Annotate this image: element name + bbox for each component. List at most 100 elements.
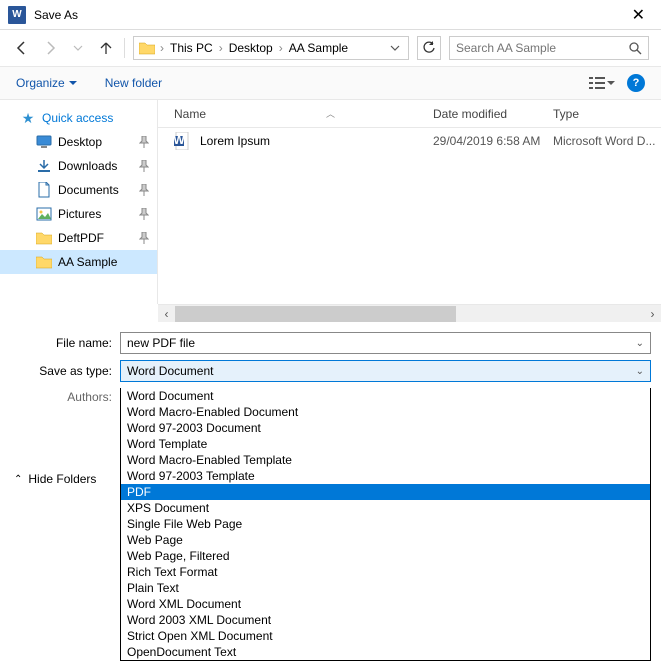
breadcrumb-dropdown-icon[interactable] xyxy=(386,43,404,53)
breadcrumb-item[interactable]: This PC xyxy=(168,41,215,55)
folder-icon xyxy=(138,40,156,56)
help-button[interactable]: ? xyxy=(627,74,645,92)
filetype-option[interactable]: Word XML Document xyxy=(121,596,650,612)
word-doc-icon: W xyxy=(174,132,192,150)
form-area: File name: new PDF file ⌄ Save as type: … xyxy=(0,322,661,671)
chevron-right-icon[interactable]: › xyxy=(217,41,225,55)
folder-icon xyxy=(36,255,52,269)
filetype-option[interactable]: Word Template xyxy=(121,436,650,452)
filename-value: new PDF file xyxy=(127,336,195,350)
dropdown-icon xyxy=(69,79,77,87)
folder-icon xyxy=(36,159,52,173)
sort-indicator-icon: ︿ xyxy=(326,107,335,120)
sidebar-item-label: Desktop xyxy=(58,135,102,149)
sidebar-item-label: Downloads xyxy=(58,159,117,173)
breadcrumb-item[interactable]: Desktop xyxy=(227,41,275,55)
toolbar: Organize New folder ? xyxy=(0,66,661,100)
recent-dropdown-icon[interactable] xyxy=(68,38,88,58)
pin-icon xyxy=(139,136,149,148)
filetype-option[interactable]: Web Page xyxy=(121,532,650,548)
search-input[interactable] xyxy=(456,41,628,55)
search-box[interactable] xyxy=(449,36,649,60)
breadcrumb[interactable]: › This PC › Desktop › AA Sample xyxy=(133,36,409,60)
filetype-option[interactable]: Word 2003 XML Document xyxy=(121,612,650,628)
organize-label: Organize xyxy=(16,76,65,90)
horizontal-scrollbar[interactable]: ‹ › xyxy=(158,304,661,322)
folder-icon xyxy=(36,135,52,149)
sidebar-item[interactable]: Documents xyxy=(0,178,157,202)
sidebar-item[interactable]: DeftPDF xyxy=(0,226,157,250)
saveastype-value: Word Document xyxy=(127,364,213,378)
star-icon: ★ xyxy=(20,111,36,125)
organize-button[interactable]: Organize xyxy=(16,76,77,90)
hide-folders-label: Hide Folders xyxy=(28,472,96,486)
file-date: 29/04/2019 6:58 AM xyxy=(433,134,553,148)
sidebar-label: Quick access xyxy=(42,111,149,125)
column-date[interactable]: Date modified xyxy=(433,107,553,121)
sidebar-item-label: DeftPDF xyxy=(58,231,104,245)
dropdown-icon[interactable]: ⌄ xyxy=(636,366,644,377)
folder-icon xyxy=(36,207,52,221)
chevron-right-icon[interactable]: › xyxy=(158,41,166,55)
sidebar-item-label: Pictures xyxy=(58,207,101,221)
sidebar-item[interactable]: Pictures xyxy=(0,202,157,226)
column-name[interactable]: Name︿ xyxy=(174,107,433,121)
hide-folders-button[interactable]: ⌃ Hide Folders xyxy=(14,472,96,486)
separator xyxy=(124,38,125,58)
scroll-track[interactable] xyxy=(175,306,644,322)
sidebar: ★ Quick access Desktop Downloads Documents… xyxy=(0,100,158,304)
sidebar-item[interactable]: Downloads xyxy=(0,154,157,178)
filetype-option[interactable]: Strict Open XML Document xyxy=(121,628,650,644)
filetype-option[interactable]: Web Page, Filtered xyxy=(121,548,650,564)
back-button[interactable] xyxy=(12,38,32,58)
saveastype-combobox[interactable]: Word Document ⌄ xyxy=(120,360,651,382)
filetype-option[interactable]: Word 97-2003 Document xyxy=(121,420,650,436)
authors-label: Authors: xyxy=(0,390,120,404)
folder-icon xyxy=(36,231,52,245)
sidebar-item-label: Documents xyxy=(58,183,119,197)
titlebar: W Save As ✕ xyxy=(0,0,661,30)
view-options-button[interactable] xyxy=(589,76,615,90)
filetype-option[interactable]: Word 97-2003 Template xyxy=(121,468,650,484)
filetype-option[interactable]: Rich Text Format xyxy=(121,564,650,580)
filetype-option[interactable]: Single File Web Page xyxy=(121,516,650,532)
sidebar-item[interactable]: AA Sample xyxy=(0,250,157,274)
word-app-icon: W xyxy=(8,6,26,24)
column-type[interactable]: Type xyxy=(553,107,661,121)
filename-label: File name: xyxy=(0,336,120,350)
scroll-left-icon[interactable]: ‹ xyxy=(158,306,175,322)
pin-icon xyxy=(139,160,149,172)
breadcrumb-item[interactable]: AA Sample xyxy=(287,41,350,55)
filetype-option[interactable]: Word Document xyxy=(121,388,650,404)
forward-button xyxy=(40,38,60,58)
filetype-option[interactable]: Word Macro-Enabled Template xyxy=(121,452,650,468)
dropdown-icon xyxy=(607,79,615,87)
filename-input[interactable]: new PDF file ⌄ xyxy=(120,332,651,354)
filetype-option[interactable]: Plain Text xyxy=(121,580,650,596)
filetype-option[interactable]: PDF xyxy=(121,484,650,500)
scroll-thumb[interactable] xyxy=(175,306,456,322)
search-icon[interactable] xyxy=(628,41,642,55)
refresh-button[interactable] xyxy=(417,36,441,60)
dropdown-icon[interactable]: ⌄ xyxy=(636,338,644,349)
up-button[interactable] xyxy=(96,38,116,58)
new-folder-button[interactable]: New folder xyxy=(105,76,162,90)
folder-icon xyxy=(36,183,52,197)
chevron-down-icon: ⌃ xyxy=(14,474,22,485)
filetype-option[interactable]: Word Macro-Enabled Document xyxy=(121,404,650,420)
chevron-right-icon[interactable]: › xyxy=(277,41,285,55)
filetype-option[interactable]: OpenDocument Text xyxy=(121,644,650,660)
sidebar-quick-access[interactable]: ★ Quick access xyxy=(0,106,157,130)
sidebar-item-label: AA Sample xyxy=(58,255,117,269)
filetype-dropdown: Word DocumentWord Macro-Enabled Document… xyxy=(120,388,651,661)
sidebar-item[interactable]: Desktop xyxy=(0,130,157,154)
pin-icon xyxy=(139,208,149,220)
main-area: ★ Quick access Desktop Downloads Documents… xyxy=(0,100,661,304)
close-icon[interactable]: ✕ xyxy=(624,5,653,25)
pin-icon xyxy=(139,184,149,196)
scroll-right-icon[interactable]: › xyxy=(644,306,661,322)
saveastype-label: Save as type: xyxy=(0,364,120,378)
file-row[interactable]: WLorem Ipsum29/04/2019 6:58 AMMicrosoft … xyxy=(158,128,661,154)
filetype-option[interactable]: XPS Document xyxy=(121,500,650,516)
file-list: Name︿ Date modified Type WLorem Ipsum29/… xyxy=(158,100,661,304)
